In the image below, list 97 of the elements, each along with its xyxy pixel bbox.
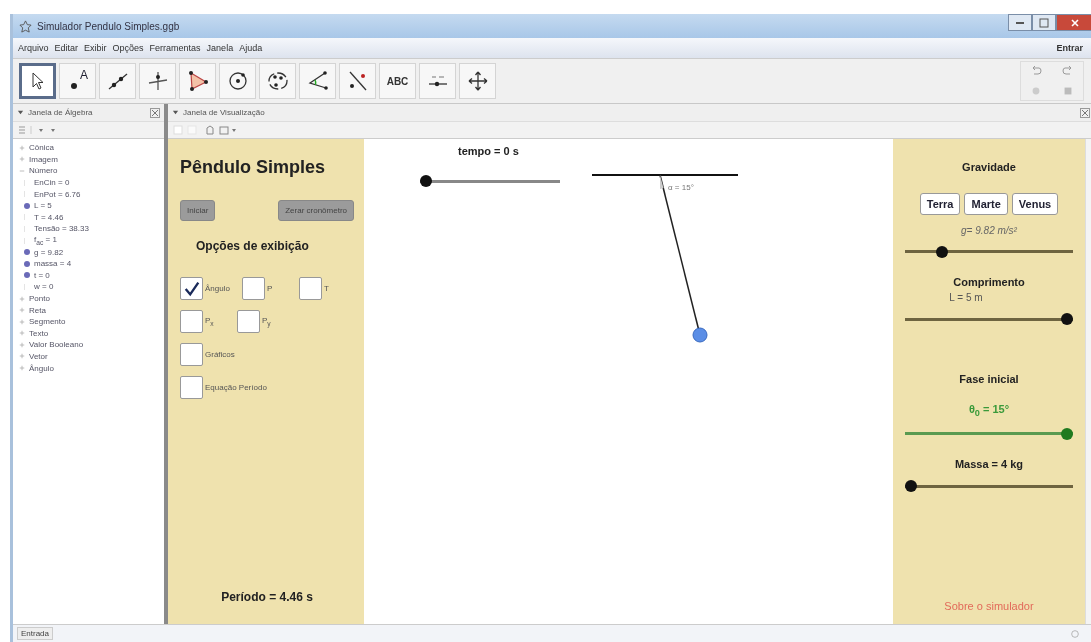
expand-toggle-icon[interactable] — [19, 168, 25, 174]
tree-item[interactable]: Ponto — [29, 294, 50, 303]
minimize-button[interactable] — [1008, 14, 1032, 31]
style-bar-icon[interactable] — [17, 124, 57, 136]
tree-item[interactable]: T = 4.46 — [34, 212, 64, 222]
tree-item[interactable]: L = 5 — [34, 201, 52, 211]
action-button[interactable]: Zerar cronômetro — [278, 200, 354, 221]
expand-toggle-icon[interactable] — [19, 341, 25, 348]
checkbox[interactable] — [180, 376, 203, 399]
collapse-icon[interactable] — [17, 109, 24, 116]
maximize-button[interactable] — [1032, 14, 1056, 31]
mass-heading: Massa = 4 kg — [954, 458, 1024, 471]
close-button[interactable] — [1056, 14, 1091, 31]
tool-button[interactable]: ABC — [379, 63, 416, 99]
tree-item[interactable]: Cônica — [29, 143, 54, 153]
menu-item[interactable]: Exibir — [84, 43, 107, 53]
expand-toggle-icon[interactable] — [19, 353, 25, 360]
close-icon[interactable] — [1080, 107, 1090, 118]
checkbox-label: Gráficos — [205, 350, 235, 359]
tree-item[interactable]: Vetor — [29, 352, 48, 361]
tree-item[interactable]: t = 0 — [34, 270, 50, 280]
visibility-dot[interactable] — [24, 260, 30, 267]
phase-heading: Fase inicial — [959, 373, 1019, 385]
expand-toggle-icon[interactable] — [19, 156, 25, 163]
gravity-heading: Gravidade — [962, 161, 1016, 173]
close-icon[interactable] — [150, 107, 160, 118]
menu-item[interactable]: Opções — [112, 43, 144, 53]
checkbox-label: P$_{y}$ — [262, 316, 272, 327]
menu-item[interactable]: Ajuda — [239, 43, 263, 53]
close-icon — [1070, 17, 1080, 28]
minimize-icon — [1016, 21, 1024, 24]
tree-item[interactable]: Ângulo — [29, 363, 54, 373]
sign-in-link[interactable]: Entrar — [1056, 43, 1083, 53]
tree-item[interactable]: g = 9.82 — [34, 247, 64, 257]
visibility-dot[interactable] — [24, 272, 30, 279]
tool-button[interactable]: A — [59, 63, 96, 99]
length-heading: Comprimento — [953, 276, 1025, 288]
checkbox-label: Equação Período — [205, 383, 267, 392]
window-title: Simulador Pendulo Simples.ggb — [37, 20, 180, 32]
menu-item[interactable]: Arquivo — [18, 43, 49, 53]
planet-button[interactable]: Terra — [919, 193, 961, 215]
checkbox-label: Ângulo — [205, 284, 230, 293]
checkmark-icon — [182, 279, 201, 298]
menu-item[interactable]: Janela — [206, 43, 234, 53]
checkbox-label: P$_{x}$ — [205, 316, 215, 327]
checkbox[interactable] — [180, 343, 203, 366]
settings-icon — [1062, 85, 1074, 97]
checkbox-label: P — [266, 284, 274, 293]
panel-title: Janela de Álgebra — [28, 108, 93, 117]
expand-toggle-icon[interactable] — [19, 365, 25, 372]
tree-item[interactable]: w = 0 — [34, 282, 54, 292]
checkbox[interactable] — [237, 310, 260, 333]
input-label[interactable]: Entrada — [17, 627, 54, 640]
gravity-readout: g= 9.82 m/s² — [961, 225, 1017, 236]
expand-toggle-icon[interactable] — [19, 318, 25, 325]
collapse-icon[interactable] — [172, 109, 179, 116]
checkbox[interactable] — [298, 277, 322, 300]
tree-item[interactable]: Valor Booleano — [29, 340, 84, 350]
panel-title: Janela de Visualização — [183, 108, 265, 117]
tree-item[interactable]: Número — [29, 166, 58, 176]
length-readout: L = 5 m — [949, 292, 983, 303]
checkbox[interactable] — [180, 277, 203, 300]
simulator-title: Pêndulo Simples — [180, 157, 327, 178]
action-button[interactable]: Iniciar — [180, 200, 216, 221]
ellipse-icon — [265, 69, 290, 93]
expand-toggle-icon[interactable] — [19, 144, 25, 151]
app-icon — [19, 19, 32, 33]
visibility-dot[interactable] — [24, 202, 30, 209]
keyboard-icon[interactable] — [1070, 628, 1080, 639]
tree-item[interactable]: Segmento — [29, 317, 66, 327]
tree-item[interactable]: Imagem — [29, 154, 58, 164]
expand-toggle-icon[interactable] — [19, 307, 25, 314]
tree-item[interactable]: massa = 4 — [34, 259, 72, 269]
help-icon — [1030, 85, 1042, 97]
planet-button[interactable]: Venus — [1011, 193, 1059, 215]
tree-item[interactable]: EnCin = 0 — [34, 178, 70, 188]
maximize-icon — [1039, 17, 1049, 28]
menu-item[interactable]: Ferramentas — [149, 43, 201, 53]
tree-item[interactable]: Texto — [29, 328, 49, 338]
options-heading: Opções de exibição — [196, 239, 310, 253]
checkbox-label: T — [323, 284, 330, 293]
tree-item[interactable]: EnPot = 6.76 — [34, 189, 81, 199]
menu-item[interactable]: Editar — [54, 43, 79, 53]
period-readout: Período = 4.46 s — [220, 590, 314, 604]
planet-button[interactable]: Marte — [964, 193, 1008, 215]
point-icon — [70, 83, 77, 89]
checkbox[interactable] — [241, 277, 265, 300]
tree-item[interactable]: Tensão = 38.33 — [34, 224, 89, 234]
angle-label: α = 15° — [668, 183, 694, 192]
expand-toggle-icon[interactable] — [19, 295, 25, 302]
visibility-dot[interactable] — [24, 249, 30, 256]
time-label: tempo = 0 s — [458, 145, 519, 157]
expand-toggle-icon[interactable] — [19, 330, 25, 337]
tree-item[interactable]: f$_{ac}$ = 1 — [34, 235, 57, 246]
phase-readout: θ$_{0}$ = 15° — [968, 403, 1010, 419]
tree-item[interactable]: Reta — [29, 305, 46, 315]
checkbox[interactable] — [180, 310, 203, 333]
